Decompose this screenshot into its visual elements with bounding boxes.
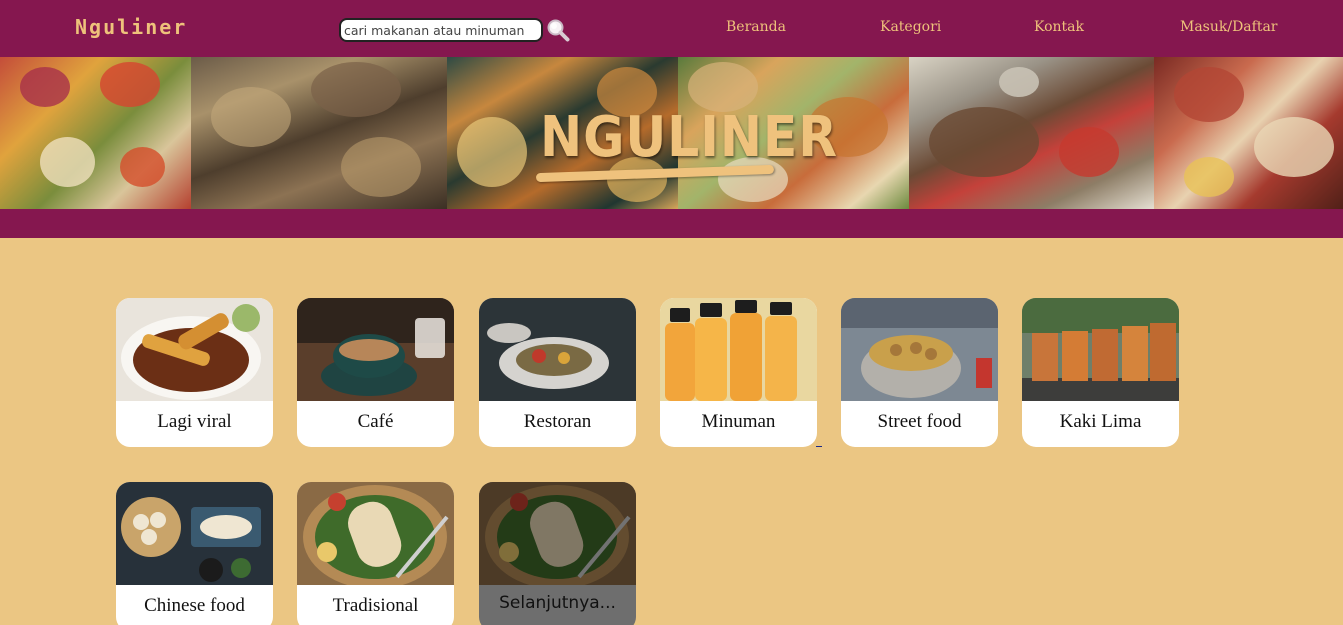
category-image [479,482,636,585]
category-label: Chinese food [144,595,245,616]
banner-photo-grill [909,57,1154,209]
category-image [1022,298,1179,401]
category-card-selanjutnya[interactable]: Selanjutnya... [479,482,636,625]
search-input[interactable] [339,18,543,42]
category-card-cafe[interactable]: Café [297,298,454,447]
banner-photo-produce [0,57,191,209]
top-navbar: Nguliner Beranda Kategori Kontak Masuk/D… [0,0,1343,57]
banner-photo-asian-dishes [191,57,447,209]
nav-masuk-daftar[interactable]: Masuk/Daftar [1180,19,1278,35]
category-label: Kaki Lima [1059,411,1142,432]
nav-kontak[interactable]: Kontak [1034,19,1084,35]
category-label: Restoran [523,411,592,432]
category-label: Selanjutnya... [499,593,616,613]
category-card-minuman[interactable]: Minuman [660,298,817,447]
category-image [116,298,273,401]
brand-logo[interactable]: Nguliner [75,15,187,39]
category-image [479,298,636,401]
category-image [297,482,454,585]
category-image [660,298,817,401]
banner-strip [0,209,1343,238]
category-card-tradisional[interactable]: Tradisional [297,482,454,625]
category-label: Minuman [701,411,776,432]
hero-banner: NGULINER [0,57,1343,209]
category-label: Lagi viral [157,411,232,432]
nav-beranda[interactable]: Beranda [726,19,786,35]
stray-link-underline [816,446,822,447]
banner-photo-platters [1154,57,1343,209]
category-label: Tradisional [332,595,419,616]
search-icon[interactable] [546,18,570,42]
category-image [116,482,273,585]
category-image [841,298,998,401]
nav-kategori[interactable]: Kategori [880,19,941,35]
category-label: Street food [877,411,962,432]
category-card-restoran[interactable]: Restoran [479,298,636,447]
category-label: Café [357,411,394,432]
banner-title: NGULINER [540,105,838,170]
category-card-chinese-food[interactable]: Chinese food [116,482,273,625]
category-image [297,298,454,401]
category-card-kaki-lima[interactable]: Kaki Lima [1022,298,1179,447]
category-card-lagi-viral[interactable]: Lagi viral [116,298,273,447]
category-card-street-food[interactable]: Street food [841,298,998,447]
